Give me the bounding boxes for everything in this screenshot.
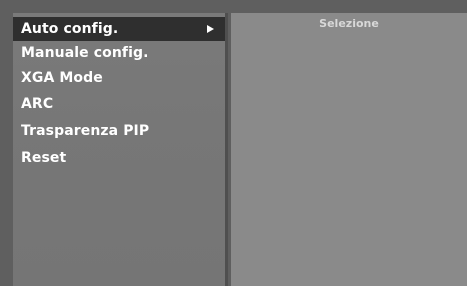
submenu-arrow-icon [207, 25, 214, 33]
menu-item-label: Reset [21, 150, 67, 166]
submenu-panel: Selezione [231, 13, 467, 286]
menu-item-label: XGA Mode [21, 70, 103, 86]
menu-item-pip-transparency[interactable]: Trasparenza PIP [13, 119, 225, 143]
submenu-title: Selezione [319, 17, 379, 30]
menu-item-label: Manuale config. [21, 45, 149, 61]
osd-menu: Auto config. Manuale config. XGA Mode AR… [0, 0, 467, 286]
menu-item-arc[interactable]: ARC [13, 92, 225, 116]
menu-item-label: Auto config. [21, 21, 119, 37]
menu-item-xga-mode[interactable]: XGA Mode [13, 66, 225, 90]
menu-item-reset[interactable]: Reset [13, 146, 225, 170]
menu-item-manual-config[interactable]: Manuale config. [13, 41, 225, 65]
menu-item-label: ARC [21, 96, 54, 112]
menu-panel: Auto config. Manuale config. XGA Mode AR… [13, 13, 228, 286]
menu-item-auto-config[interactable]: Auto config. [13, 17, 225, 41]
menu-item-label: Trasparenza PIP [21, 123, 150, 139]
